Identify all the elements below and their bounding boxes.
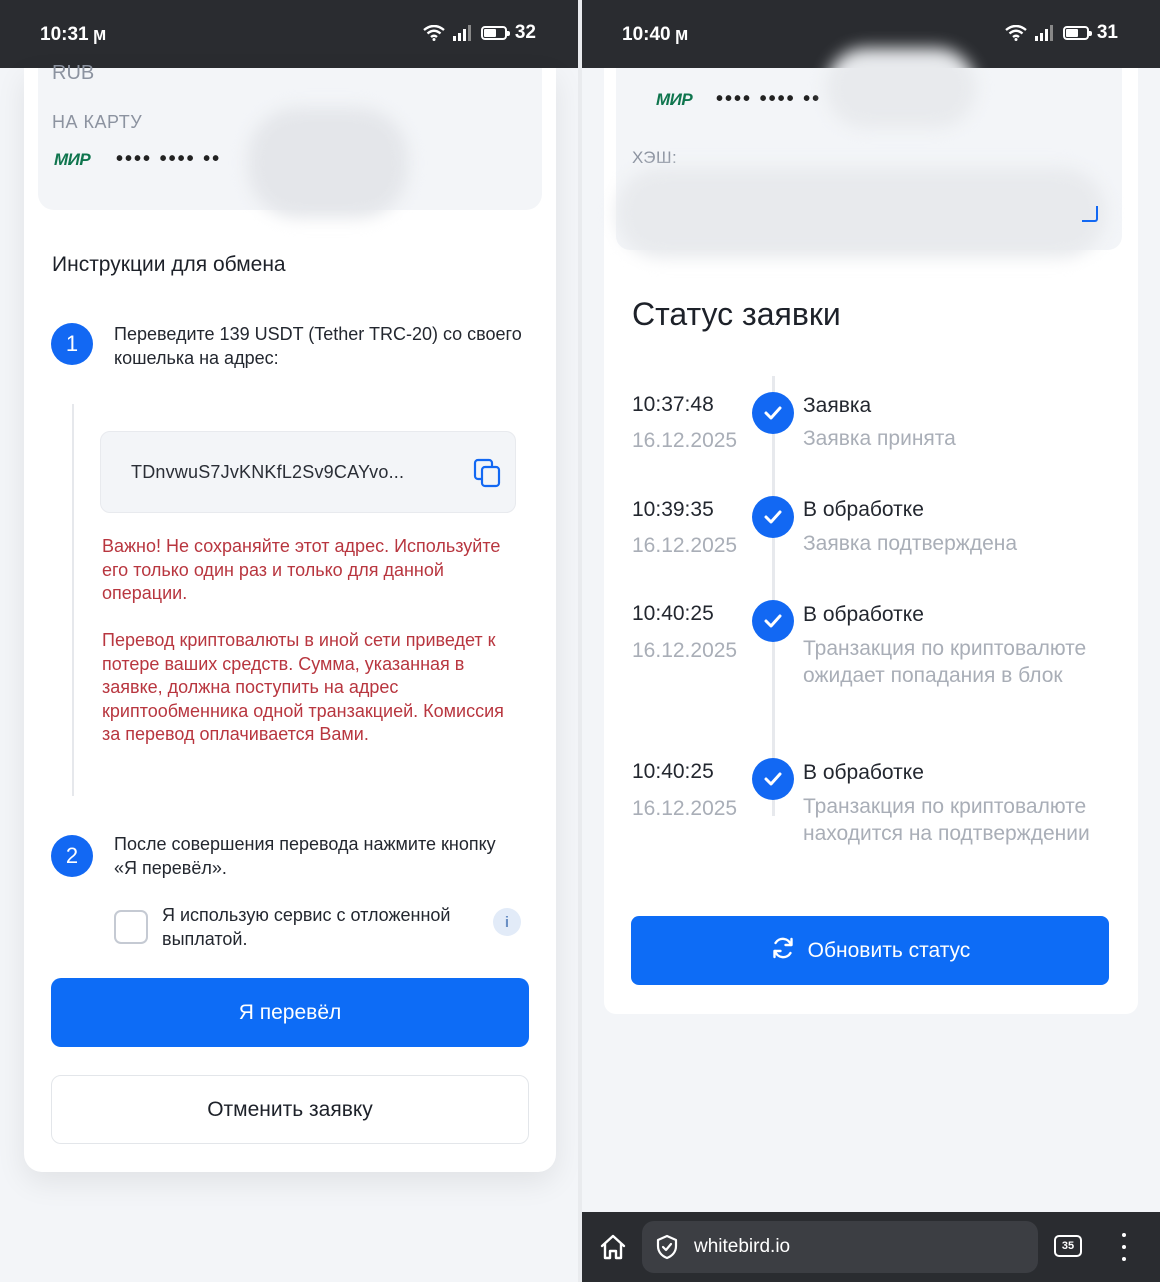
gmail-notification-icon: ϻ [675,24,689,44]
event-date: 16.12.2025 [632,639,738,662]
check-icon [752,600,794,642]
cancel-order-button[interactable]: Отменить заявку [51,1075,529,1144]
redacted-area [248,108,408,218]
event-desc: Транзакция по криптовалюте находится на … [803,795,1090,845]
event-time: 10:40:25 [632,760,714,783]
clock: 10:40 [622,24,671,45]
event-date: 16.12.2025 [632,797,738,820]
right-screen: 10:40 ϻ 31 МИР •••• •••• •• ХЭШ: c9e1e17… [582,0,1160,1282]
battery-icon [1062,26,1092,40]
browser-bottom-bar: whitebird.io 35 [582,1212,1160,1282]
order-status-card: МИР •••• •••• •• ХЭШ: c9e1e173b31b93c Ст… [604,48,1138,1014]
battery-level: 32 [514,22,536,43]
card-number-masked: •••• •••• •• [716,88,822,110]
signal-icon [1034,25,1055,41]
deferred-payout-label: Я использую сервис с отложенной выплатой… [162,905,451,949]
event-desc: Транзакция по криптовалюте ожидает попад… [803,637,1087,687]
card-number-masked: •••• •••• •• [116,148,222,170]
wifi-icon [423,25,445,41]
exchange-card: RUB НА КАРТУ МИР •••• •••• •• Инструкции… [24,62,556,1172]
mir-logo: МИР [656,90,693,109]
event-desc: Заявка подтверждена [803,532,1018,555]
clock: 10:31 [40,24,89,45]
home-icon[interactable] [598,1232,628,1262]
currency-label: RUB [52,62,95,84]
event-time: 10:39:35 [632,498,714,521]
event-desc: Заявка принята [803,427,956,450]
step-1-text: Переведите 139 USDT (Tether TRC-20) со с… [114,324,522,368]
wifi-icon [1005,25,1027,41]
refresh-status-label: Обновить статус [807,938,971,962]
event-title: В обработке [803,761,924,784]
gmail-notification-icon: ϻ [93,24,107,44]
step-1-badge: 1 [51,323,93,365]
hash-label: ХЭШ: [632,148,678,167]
card-label: НА КАРТУ [52,112,143,132]
shield-icon[interactable] [654,1234,680,1260]
event-time: 10:40:25 [632,602,714,625]
step-2-text: После совершения перевода нажмите кнопку… [114,834,496,878]
event-title: В обработке [803,603,924,626]
transaction-info-box: МИР •••• •••• •• ХЭШ: c9e1e173b31b93c [616,48,1122,258]
event-title: В обработке [803,498,924,521]
info-icon[interactable]: i [493,908,521,936]
event-date: 16.12.2025 [632,534,738,557]
mir-logo: МИР [54,150,91,169]
deposit-address: TDnvwuS7JvKNKfL2Sv9CAYvo... [131,462,405,482]
more-menu-icon[interactable] [1120,1233,1128,1261]
event-date: 16.12.2025 [632,429,738,452]
status-bar: 10:31 ϻ 32 [0,0,578,68]
deposit-address-field[interactable]: TDnvwuS7JvKNKfL2Sv9CAYvo... [100,431,516,513]
redacted-area [616,168,1106,258]
timeline-line [772,376,775,816]
copy-hash-icon[interactable] [1082,206,1098,222]
step-connector [72,404,74,796]
step-2-badge: 2 [51,835,93,877]
battery-level: 31 [1096,22,1118,43]
status-title: Статус заявки [632,296,841,332]
transferred-button[interactable]: Я перевёл [51,978,529,1047]
address-bar[interactable]: whitebird.io [642,1221,1038,1273]
battery-icon [480,26,510,40]
left-screen: 10:31 ϻ 32 RUB НА КАРТУ МИР •••• •••• ••… [0,0,578,1282]
redacted-area [826,48,976,128]
warning-address-once: Важно! Не сохраняйте этот адрес. Использ… [102,536,501,603]
check-icon [752,496,794,538]
instructions-title: Инструкции для обмена [52,253,286,276]
copy-icon[interactable] [471,456,505,490]
tabs-count-icon[interactable]: 35 [1054,1235,1082,1257]
warning-network: Перевод криптовалюты в иной сети приведе… [102,630,504,744]
refresh-status-button[interactable]: Обновить статус [631,916,1109,985]
event-time: 10:37:48 [632,393,714,416]
check-icon [752,392,794,434]
event-title: Заявка [803,394,872,417]
payout-info-box: RUB НА КАРТУ МИР •••• •••• •• [38,62,542,218]
url-text: whitebird.io [694,1236,791,1257]
signal-icon [452,25,473,41]
refresh-icon [770,935,796,967]
check-icon [752,758,794,800]
deferred-payout-checkbox[interactable] [114,910,148,944]
